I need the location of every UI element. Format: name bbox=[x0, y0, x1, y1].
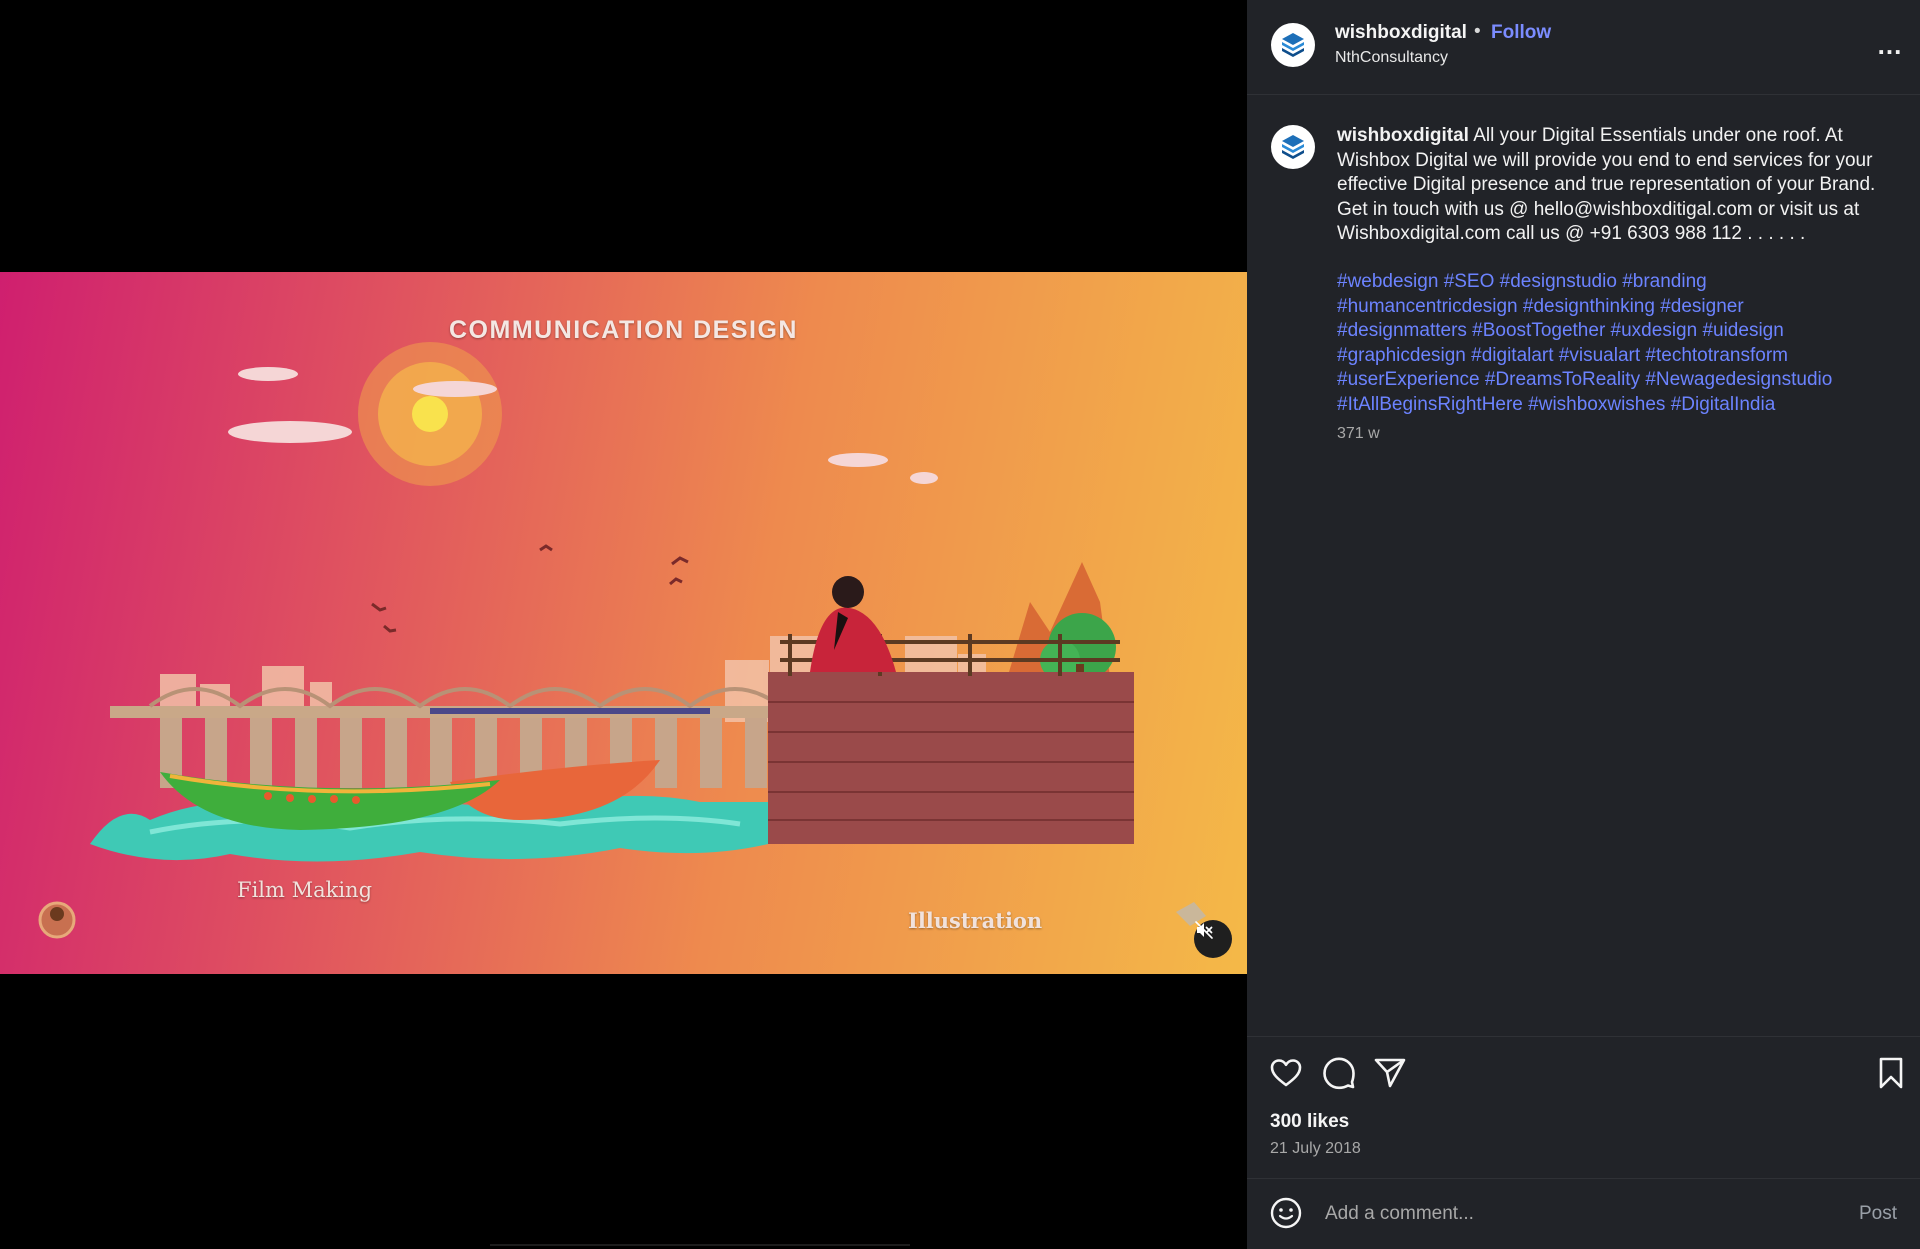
sun bbox=[358, 342, 502, 486]
hashtag-line[interactable]: #userExperience #DreamsToReality #Newage… bbox=[1337, 368, 1877, 393]
post-age[interactable]: 371 w bbox=[1337, 425, 1380, 443]
media-stage: COMMUNICATION DESIGN Film Making Illustr… bbox=[0, 0, 1247, 1249]
birds bbox=[371, 544, 689, 633]
username[interactable]: wishboxdigital bbox=[1335, 22, 1467, 44]
hashtag-line[interactable]: #graphicdesign #digitalart #visualart #t… bbox=[1337, 344, 1877, 369]
account-subtitle[interactable]: NthConsultancy bbox=[1335, 49, 1448, 67]
video-caption-film-making: Film Making bbox=[237, 878, 373, 902]
clouds bbox=[228, 367, 938, 484]
person-silhouette bbox=[810, 576, 896, 672]
post-header: wishboxdigital • Follow NthConsultancy .… bbox=[1247, 0, 1920, 95]
bookmark-icon[interactable] bbox=[1873, 1055, 1909, 1091]
post-comment-button[interactable]: Post bbox=[1859, 1203, 1897, 1225]
hashtag-line[interactable]: #webdesign #SEO #designstudio #branding bbox=[1337, 270, 1877, 295]
more-options-button[interactable]: ... bbox=[1875, 30, 1905, 60]
video-title: COMMUNICATION DESIGN bbox=[449, 316, 798, 344]
heart-icon[interactable] bbox=[1268, 1055, 1304, 1091]
hashtag-line[interactable]: #ItAllBeginsRightHere #wishboxwishes #Di… bbox=[1337, 393, 1877, 418]
likes-count[interactable]: 300 likes bbox=[1270, 1111, 1349, 1133]
video-frame-illustration bbox=[38, 342, 1206, 939]
emoji-icon[interactable] bbox=[1269, 1196, 1303, 1230]
avatar[interactable] bbox=[1271, 23, 1315, 67]
caption-username[interactable]: wishboxdigital bbox=[1337, 125, 1469, 146]
brand-logo-icon bbox=[1282, 135, 1304, 159]
post-side-panel: wishboxdigital • Follow NthConsultancy .… bbox=[1247, 0, 1920, 1249]
separator-dot: • bbox=[1474, 21, 1481, 42]
hashtag-line[interactable]: #humancentricdesign #designthinking #des… bbox=[1337, 295, 1877, 320]
comment-icon[interactable] bbox=[1321, 1055, 1357, 1091]
hashtag-line[interactable]: #designmatters #BoostTogether #uxdesign … bbox=[1337, 319, 1877, 344]
post-date: 21 July 2018 bbox=[1270, 1140, 1361, 1157]
post-caption: wishboxdigital All your Digital Essentia… bbox=[1337, 124, 1907, 247]
video-player[interactable]: COMMUNICATION DESIGN Film Making Illustr… bbox=[0, 272, 1247, 974]
divider bbox=[490, 1244, 910, 1246]
caption-avatar[interactable] bbox=[1271, 125, 1315, 169]
hashtag-list: #webdesign #SEO #designstudio #branding … bbox=[1337, 270, 1877, 417]
brand-logo-icon bbox=[1282, 33, 1304, 57]
follow-button[interactable]: Follow bbox=[1491, 22, 1551, 44]
video-caption-illustration: Illustration bbox=[908, 908, 1043, 933]
comment-bar: Post bbox=[1247, 1178, 1920, 1249]
send-icon[interactable] bbox=[1372, 1055, 1408, 1091]
speaker-muted-icon bbox=[1195, 921, 1213, 939]
comment-input[interactable] bbox=[1323, 1197, 1793, 1231]
mute-button[interactable] bbox=[1194, 920, 1232, 958]
